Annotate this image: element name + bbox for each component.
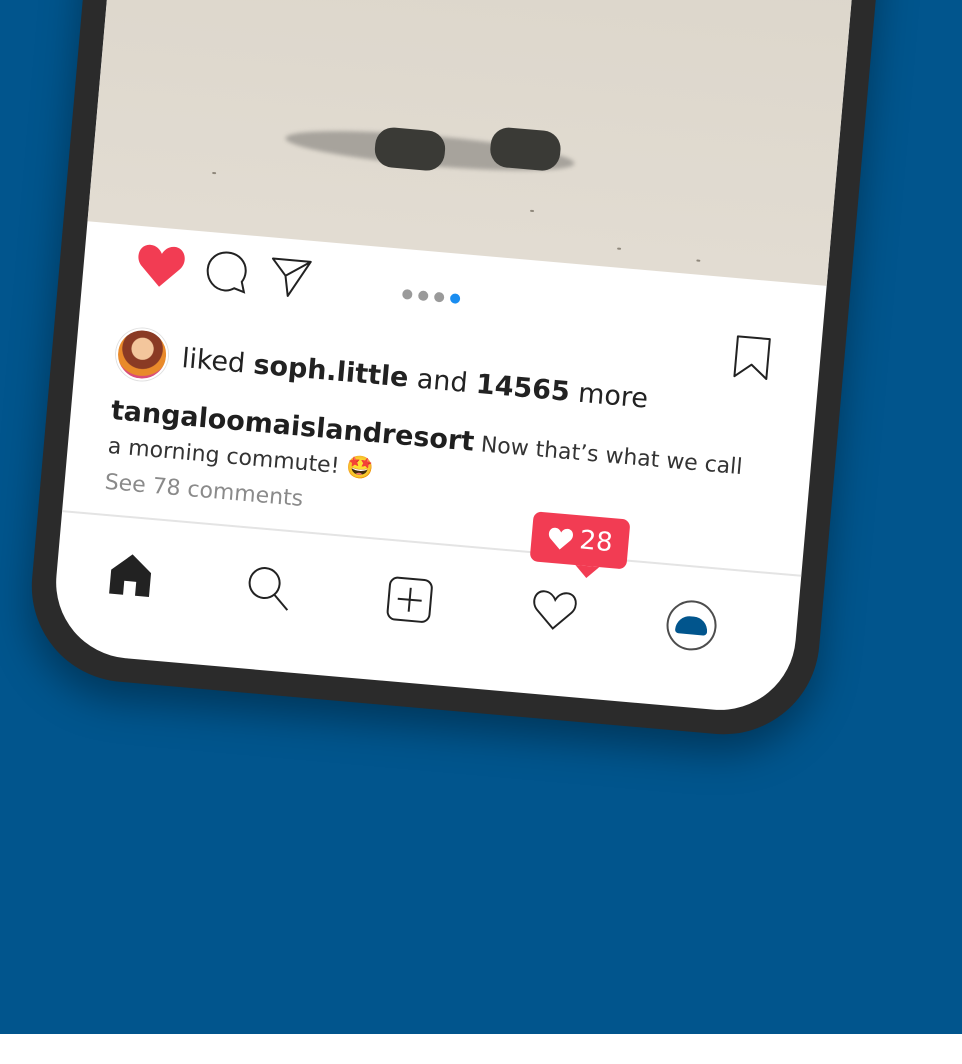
liker-avatar[interactable]: [113, 326, 171, 383]
sand-speck: [212, 171, 217, 175]
tab-activity[interactable]: [529, 586, 581, 634]
page-background: liked soph.little and 14565 more tangalo…: [0, 0, 962, 1034]
likes-count[interactable]: 14565: [475, 368, 571, 407]
search-icon: [248, 567, 289, 611]
liked-and: and: [415, 363, 469, 399]
save-button[interactable]: [730, 333, 774, 382]
vehicle-tyre: [373, 126, 447, 173]
paper-plane-icon: [271, 257, 312, 297]
bottom-strip: [0, 1034, 962, 1064]
profile-logo-icon: [664, 598, 719, 653]
carousel-dot: [417, 290, 429, 302]
comment-bubble-icon: [206, 251, 247, 294]
liked-more: more: [576, 377, 650, 415]
share-button[interactable]: [265, 252, 315, 302]
post-photo[interactable]: [87, 0, 885, 286]
tab-profile[interactable]: [664, 598, 719, 653]
phone-frame: liked soph.little and 14565 more tangalo…: [23, 0, 911, 743]
profile-logo-mark: [674, 615, 709, 636]
carousel-dot: [433, 291, 445, 303]
bookmark-icon: [733, 335, 771, 380]
heart-outline-icon: [533, 590, 577, 630]
sand-speck: [696, 259, 701, 262]
carousel-dot: [401, 288, 413, 300]
liked-prefix: liked: [180, 342, 247, 379]
sand-speck: [529, 209, 535, 213]
liked-by-text: liked soph.little and 14565 more: [181, 343, 650, 415]
phone-screen: liked soph.little and 14565 more tangalo…: [49, 0, 885, 717]
carousel-dot-active: [449, 293, 461, 304]
sand-speck: [617, 247, 622, 250]
tab-search[interactable]: [242, 561, 294, 613]
vehicle-tyre: [488, 126, 563, 173]
heart-filled-icon: [138, 244, 185, 287]
activity-notification-badge[interactable]: 28: [529, 511, 631, 570]
home-icon: [109, 554, 152, 598]
tab-home[interactable]: [105, 549, 157, 601]
liker-username[interactable]: soph.little: [252, 349, 409, 393]
like-button[interactable]: [134, 241, 188, 291]
add-post-icon: [386, 576, 433, 623]
notification-count: 28: [578, 525, 614, 559]
comment-button[interactable]: [202, 247, 252, 297]
heart-filled-icon: [548, 527, 574, 550]
tab-add-post[interactable]: [384, 574, 436, 626]
